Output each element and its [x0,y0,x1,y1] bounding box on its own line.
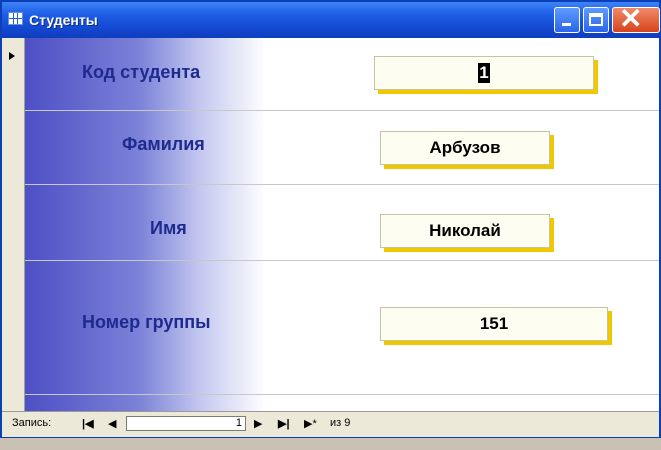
record-navigation-bar: Запись: |◀ ◀ 1 ▶ ▶| ▶* из 9 [2,411,659,437]
student-id-field[interactable]: 1 [374,56,594,90]
maximize-button[interactable] [583,7,609,33]
new-record-button[interactable]: ▶* [304,417,317,430]
minimize-icon [562,23,571,26]
record-number-input[interactable]: 1 [126,416,246,431]
grid-line [25,110,659,111]
surname-field[interactable]: Арбузов [380,131,550,165]
previous-record-button[interactable]: ◀ [108,417,116,430]
first-name-field[interactable]: Николай [380,214,550,248]
form-window: Студенты ✕ Код студента 1 Фамилия Арбузо… [0,0,661,438]
current-record-arrow-icon [9,52,15,60]
group-number-label: Номер группы [82,312,211,332]
first-record-button[interactable]: |◀ [82,417,94,430]
grid-line [25,260,659,261]
next-record-button[interactable]: ▶ [254,417,262,430]
minimize-button[interactable] [554,7,580,33]
title-bar[interactable]: Студенты ✕ [2,2,660,38]
window-title: Студенты [29,12,98,28]
grid-line [25,394,659,395]
screen-bottom-strip [0,438,661,450]
grid-line [25,184,659,185]
close-icon: ✕ [619,3,643,34]
record-total-text: из 9 [330,417,351,429]
record-selector[interactable] [2,38,25,411]
form-body: Код студента 1 Фамилия Арбузов Имя Никол… [25,38,659,411]
close-button[interactable]: ✕ [612,3,660,34]
student-id-label: Код студента [82,62,201,82]
datasheet-icon [8,12,23,25]
maximize-icon [589,13,603,26]
last-record-button[interactable]: ▶| [278,417,290,430]
student-id-value: 1 [478,63,490,83]
record-label: Запись: [12,417,52,429]
surname-label: Фамилия [122,134,205,154]
group-number-field[interactable]: 151 [380,307,608,341]
first-name-label: Имя [150,218,187,238]
